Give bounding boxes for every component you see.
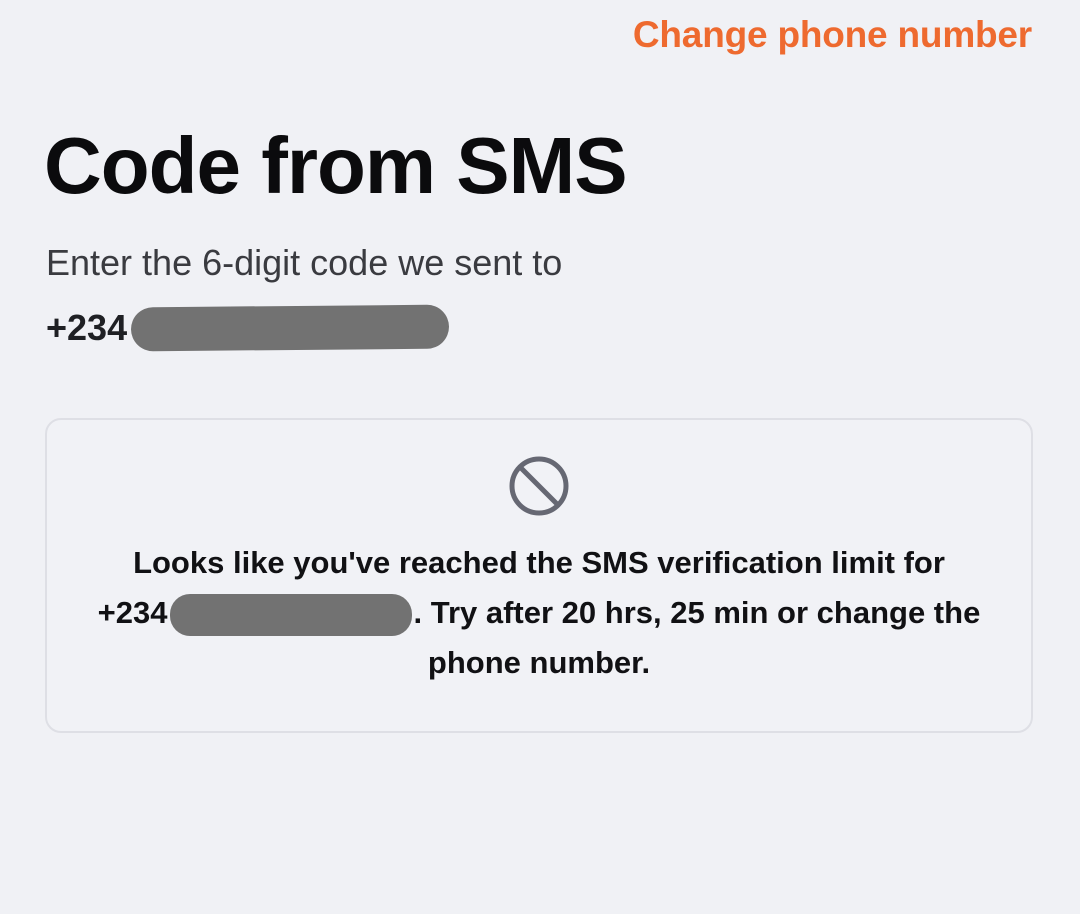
redacted-phone-number bbox=[130, 304, 450, 352]
page-title: Code from SMS bbox=[44, 121, 628, 210]
change-phone-number-link[interactable]: Change phone number bbox=[633, 14, 1032, 56]
phone-number: +234 bbox=[46, 302, 450, 354]
alert-message: Looks like you've reached the SMS verifi… bbox=[87, 538, 991, 688]
code-instructions: Enter the 6-digit code we sent to bbox=[46, 242, 563, 283]
sms-limit-alert: Looks like you've reached the SMS verifi… bbox=[45, 418, 1033, 733]
prohibited-icon bbox=[509, 456, 569, 516]
alert-text-before: Looks like you've reached the SMS verifi… bbox=[133, 545, 945, 580]
phone-prefix: +234 bbox=[46, 307, 128, 348]
redacted-phone-number-inline bbox=[169, 593, 412, 636]
alert-phone-prefix: +234 bbox=[97, 595, 168, 630]
alert-text-after: . Try after 20 hrs, 25 min or change the… bbox=[413, 595, 981, 680]
